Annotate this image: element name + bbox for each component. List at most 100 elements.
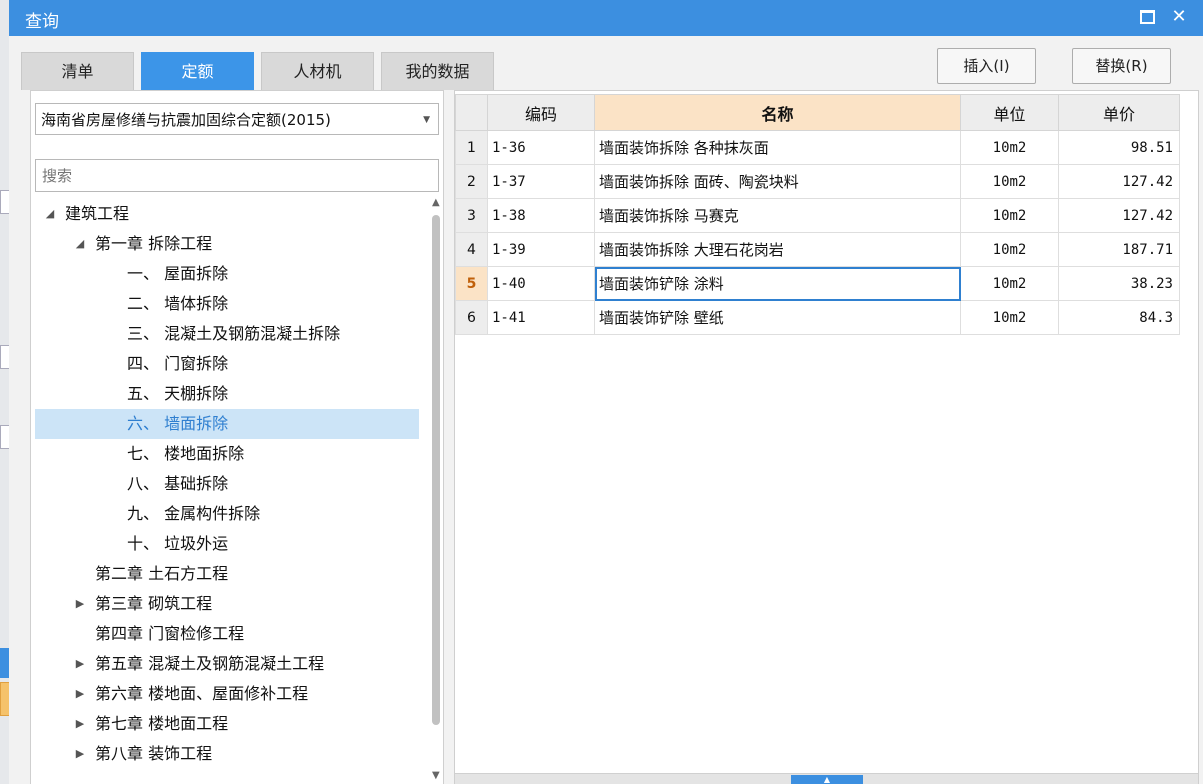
quota-tree-panel: 海南省房屋修缮与抗震加固综合定额(2015) ▼ ◢ 建筑工程 ◢ 第一章 拆除工程一… bbox=[30, 90, 444, 784]
tab-quota[interactable]: 定额 bbox=[141, 52, 254, 90]
tree-node[interactable]: 十、 垃圾外运 bbox=[35, 529, 419, 559]
column-header-name[interactable]: 名称 bbox=[594, 94, 961, 131]
table-row[interactable]: 2 1-37 墙面装饰拆除 面砖、陶瓷块料 10m2 127.42 bbox=[455, 164, 1180, 199]
cell-price[interactable]: 98.51 bbox=[1058, 130, 1180, 165]
expand-triangle-icon[interactable]: ▶ bbox=[73, 739, 87, 769]
tree-node[interactable]: 九、 金属构件拆除 bbox=[35, 499, 419, 529]
tree-node[interactable]: 第四章 门窗检修工程 bbox=[35, 619, 419, 649]
cell-unit[interactable]: 10m2 bbox=[960, 164, 1059, 199]
row-number[interactable]: 2 bbox=[455, 164, 488, 199]
insert-button[interactable]: 插入(I) bbox=[937, 48, 1036, 84]
tree-node[interactable]: 八、 基础拆除 bbox=[35, 469, 419, 499]
cell-code[interactable]: 1-36 bbox=[487, 130, 595, 165]
panel-splitter[interactable]: ▲ bbox=[455, 773, 1198, 784]
cell-unit[interactable]: 10m2 bbox=[960, 266, 1059, 301]
tree-node[interactable]: 一、 屋面拆除 bbox=[35, 259, 419, 289]
cell-unit[interactable]: 10m2 bbox=[960, 198, 1059, 233]
tree-node-label: 第五章 混凝土及钢筋混凝土工程 bbox=[95, 654, 325, 673]
expand-triangle-icon[interactable]: ▶ bbox=[73, 679, 87, 709]
tree-node-label: 一、 屋面拆除 bbox=[127, 264, 229, 283]
table-row[interactable]: 5 1-40 墙面装饰铲除 涂料 10m2 38.23 bbox=[455, 266, 1180, 301]
quota-grid: 编码 名称 单位 单价 1 1-36 墙面装饰拆除 各种抹灰面 10m2 98.51 2 1… bbox=[454, 90, 1199, 784]
expand-triangle-icon[interactable]: ▶ bbox=[73, 709, 87, 739]
cell-name[interactable]: 墙面装饰拆除 大理石花岗岩 bbox=[594, 232, 961, 267]
cell-code[interactable]: 1-39 bbox=[487, 232, 595, 267]
tree-node[interactable]: 二、 墙体拆除 bbox=[35, 289, 419, 319]
chevron-down-icon[interactable]: ▼ bbox=[423, 115, 430, 125]
tree-node[interactable]: ▶ 第五章 混凝土及钢筋混凝土工程 bbox=[35, 649, 419, 679]
expand-triangle-icon[interactable]: ▶ bbox=[73, 649, 87, 679]
tab-my-data[interactable]: 我的数据 bbox=[381, 52, 494, 90]
cell-name[interactable]: 墙面装饰铲除 壁纸 bbox=[594, 300, 961, 335]
replace-button[interactable]: 替换(R) bbox=[1072, 48, 1171, 84]
scroll-up-icon[interactable]: ▲ bbox=[432, 197, 440, 208]
cell-name[interactable]: 墙面装饰铲除 涂料 bbox=[594, 266, 961, 301]
cell-price[interactable]: 187.71 bbox=[1058, 232, 1180, 267]
quota-table: 编码 名称 单位 单价 1 1-36 墙面装饰拆除 各种抹灰面 10m2 98.51 2 1… bbox=[455, 94, 1180, 335]
tree-node[interactable]: 第二章 土石方工程 bbox=[35, 559, 419, 589]
tree-node[interactable]: 四、 门窗拆除 bbox=[35, 349, 419, 379]
cell-code[interactable]: 1-38 bbox=[487, 198, 595, 233]
cell-name[interactable]: 墙面装饰拆除 马赛克 bbox=[594, 198, 961, 233]
tree-node-label: 第三章 砌筑工程 bbox=[95, 594, 213, 613]
cell-price[interactable]: 127.42 bbox=[1058, 164, 1180, 199]
tree-node[interactable]: ▶ 第六章 楼地面、屋面修补工程 bbox=[35, 679, 419, 709]
cell-name[interactable]: 墙面装饰拆除 各种抹灰面 bbox=[594, 130, 961, 165]
tab-labor-material-machine[interactable]: 人材机 bbox=[261, 52, 374, 90]
maximize-icon[interactable] bbox=[1135, 4, 1159, 30]
table-row[interactable]: 4 1-39 墙面装饰拆除 大理石花岗岩 10m2 187.71 bbox=[455, 232, 1180, 267]
cell-unit[interactable]: 10m2 bbox=[960, 232, 1059, 267]
tree-node[interactable]: 七、 楼地面拆除 bbox=[35, 439, 419, 469]
tree-node-label: 二、 墙体拆除 bbox=[127, 294, 229, 313]
cell-price[interactable]: 84.3 bbox=[1058, 300, 1180, 335]
row-number[interactable]: 1 bbox=[455, 130, 488, 165]
cell-code[interactable]: 1-41 bbox=[487, 300, 595, 335]
tree-node-label: 三、 混凝土及钢筋混凝土拆除 bbox=[127, 324, 341, 343]
tree-node-label: 六、 墙面拆除 bbox=[127, 414, 229, 433]
tab-bill[interactable]: 清单 bbox=[21, 52, 134, 90]
scroll-thumb[interactable] bbox=[432, 215, 440, 725]
row-number[interactable]: 6 bbox=[455, 300, 488, 335]
collapse-up-icon[interactable]: ▲ bbox=[791, 775, 863, 784]
cell-name[interactable]: 墙面装饰拆除 面砖、陶瓷块料 bbox=[594, 164, 961, 199]
tree-node[interactable]: 五、 天棚拆除 bbox=[35, 379, 419, 409]
tree-node-label: 第四章 门窗检修工程 bbox=[95, 624, 245, 643]
table-row[interactable]: 3 1-38 墙面装饰拆除 马赛克 10m2 127.42 bbox=[455, 198, 1180, 233]
title-bar[interactable]: 查询 ✕ bbox=[9, 0, 1203, 36]
tree-scrollbar[interactable]: ▲ ▼ bbox=[429, 197, 443, 784]
cell-unit[interactable]: 10m2 bbox=[960, 300, 1059, 335]
close-icon[interactable]: ✕ bbox=[1167, 4, 1191, 30]
scroll-down-icon[interactable]: ▼ bbox=[432, 770, 440, 781]
column-header-code[interactable]: 编码 bbox=[487, 94, 595, 131]
tree-node-label: 四、 门窗拆除 bbox=[127, 354, 229, 373]
row-number[interactable]: 3 bbox=[455, 198, 488, 233]
collapse-triangle-icon[interactable]: ◢ bbox=[73, 229, 87, 259]
tree-node[interactable]: ▶ 第三章 砌筑工程 bbox=[35, 589, 419, 619]
row-number[interactable]: 5 bbox=[455, 266, 488, 301]
expand-triangle-icon[interactable]: ▶ bbox=[73, 589, 87, 619]
tree-node[interactable]: ◢ 建筑工程 bbox=[35, 199, 419, 229]
column-header-unit[interactable]: 单位 bbox=[960, 94, 1059, 131]
table-row[interactable]: 6 1-41 墙面装饰铲除 壁纸 10m2 84.3 bbox=[455, 300, 1180, 335]
cell-price[interactable]: 127.42 bbox=[1058, 198, 1180, 233]
tree-node-label: 第六章 楼地面、屋面修补工程 bbox=[95, 684, 309, 703]
tree-node[interactable]: 三、 混凝土及钢筋混凝土拆除 bbox=[35, 319, 419, 349]
row-number[interactable]: 4 bbox=[455, 232, 488, 267]
cell-price[interactable]: 38.23 bbox=[1058, 266, 1180, 301]
cell-code[interactable]: 1-37 bbox=[487, 164, 595, 199]
column-header-price[interactable]: 单价 bbox=[1058, 94, 1180, 131]
tree-node-label: 五、 天棚拆除 bbox=[127, 384, 229, 403]
tree-node[interactable]: ▶ 第七章 楼地面工程 bbox=[35, 709, 419, 739]
tree-node[interactable]: ▶ 第八章 装饰工程 bbox=[35, 739, 419, 769]
tree-node[interactable]: 六、 墙面拆除 bbox=[35, 409, 419, 439]
tree-node-label: 十、 垃圾外运 bbox=[127, 534, 229, 553]
search-input[interactable] bbox=[35, 159, 439, 192]
cell-code[interactable]: 1-40 bbox=[487, 266, 595, 301]
cell-unit[interactable]: 10m2 bbox=[960, 130, 1059, 165]
quota-library-select[interactable]: 海南省房屋修缮与抗震加固综合定额(2015) ▼ bbox=[35, 103, 439, 135]
collapse-triangle-icon[interactable]: ◢ bbox=[43, 199, 57, 229]
table-row[interactable]: 1 1-36 墙面装饰拆除 各种抹灰面 10m2 98.51 bbox=[455, 130, 1180, 165]
window-title: 查询 bbox=[25, 12, 59, 32]
tree-node-label: 第二章 土石方工程 bbox=[95, 564, 229, 583]
tree-node[interactable]: ◢ 第一章 拆除工程 bbox=[35, 229, 419, 259]
